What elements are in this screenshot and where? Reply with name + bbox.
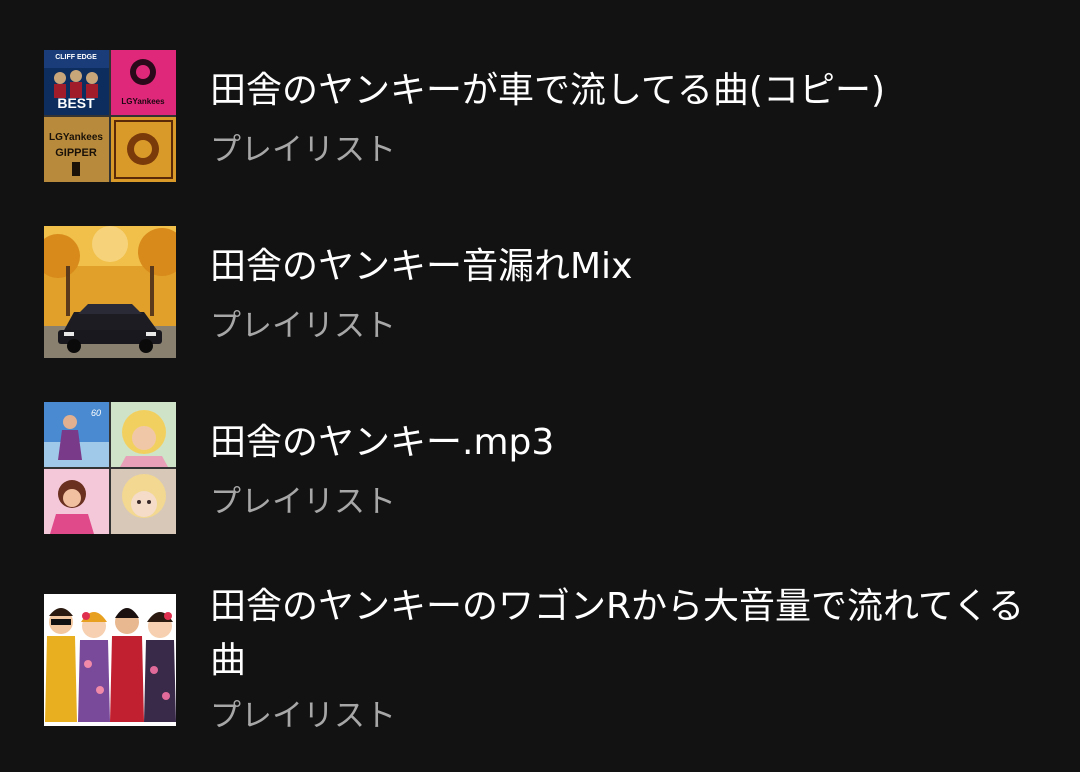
- cover-text: LGYankees: [49, 132, 103, 143]
- cover-text: GIPPER: [55, 147, 97, 159]
- illustrated-people-art: [44, 594, 176, 726]
- playlist-subtitle: プレイリスト: [210, 698, 396, 734]
- playlist-subtitle: プレイリスト: [210, 484, 396, 520]
- list-item-playlist[interactable]: 田舎のヤンキー音漏れMix プレイリスト: [0, 226, 1080, 366]
- playlist-title: 田舎のヤンキー音漏れMix: [210, 246, 633, 287]
- cover-text: LGYankees: [121, 97, 165, 106]
- playlist-cover-image: 60: [44, 402, 176, 534]
- list-item-playlist[interactable]: 田舎のヤンキーのワゴンRから大音量で流れてくる曲 プレイリスト: [0, 578, 1080, 758]
- cover-text: BEST: [57, 95, 95, 111]
- playlist-cover-image: CLIFF EDGE BEST LGYankees LGYankees GIPP…: [44, 50, 176, 182]
- portrait-collage-art: 60: [44, 402, 176, 534]
- playlist-cover-image: [44, 594, 176, 726]
- playlist-title: 田舎のヤンキー.mp3: [210, 422, 555, 463]
- playlist-cover-image: [44, 226, 176, 358]
- playlist-title: 田舎のヤンキーが車で流してる曲(コピー): [210, 70, 886, 111]
- list-item-playlist[interactable]: 60 田舎のヤンキー.mp3 プレイリスト: [0, 402, 1080, 542]
- playlist-subtitle: プレイリスト: [210, 308, 396, 344]
- svg-text:60: 60: [91, 408, 101, 418]
- playlist-subtitle: プレイリスト: [210, 132, 396, 168]
- playlist-list: CLIFF EDGE BEST LGYankees LGYankees GIPP…: [0, 0, 1080, 772]
- playlist-title: 田舎のヤンキーのワゴンRから大音量で流れてくる曲: [210, 586, 1025, 681]
- album-collage-art: CLIFF EDGE BEST LGYankees LGYankees GIPP…: [44, 50, 176, 182]
- list-item-playlist[interactable]: CLIFF EDGE BEST LGYankees LGYankees GIPP…: [0, 50, 1080, 190]
- cover-text: CLIFF EDGE: [55, 54, 97, 61]
- car-autumn-art: [44, 226, 176, 358]
